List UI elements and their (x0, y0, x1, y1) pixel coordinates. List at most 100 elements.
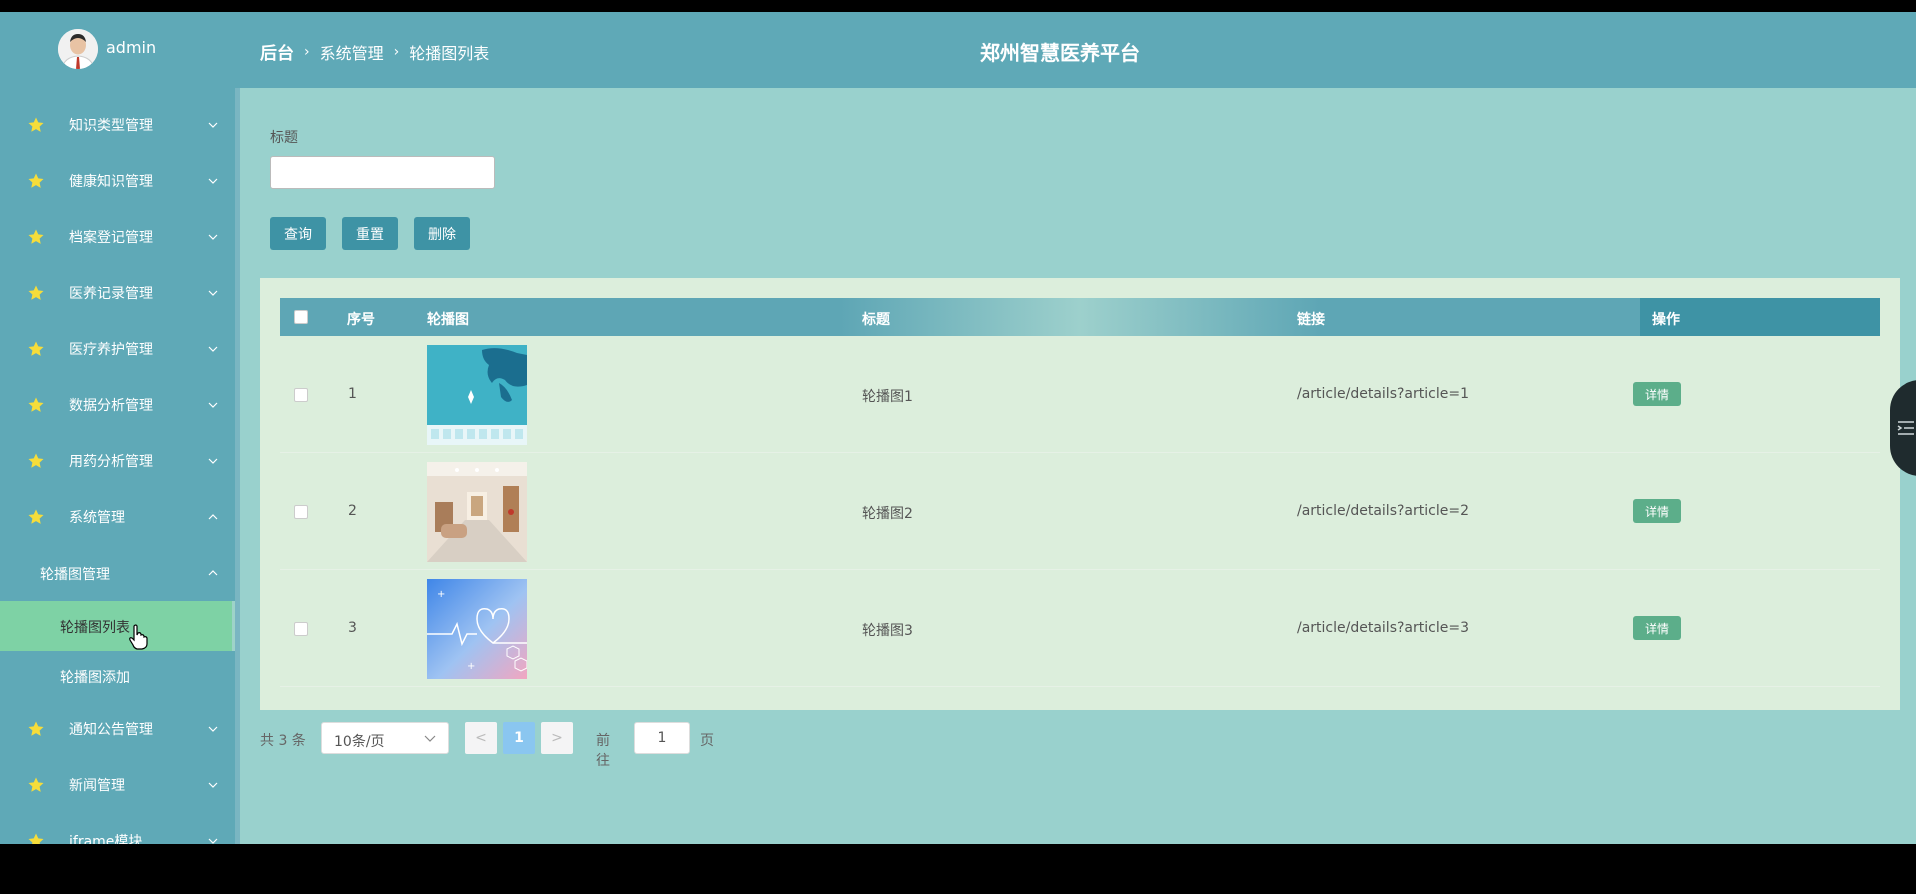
detail-button[interactable]: 详情 (1633, 382, 1681, 406)
sidebar-item-label: 系统管理 (69, 510, 125, 526)
goto-page-input[interactable]: 1 (634, 722, 690, 754)
sidebar-item-medical-care[interactable]: 医疗养护管理 (0, 321, 240, 377)
sidebar-item-label: 档案登记管理 (69, 230, 153, 246)
avatar[interactable] (58, 29, 98, 69)
chevron-down-icon (208, 402, 218, 408)
row-link: /article/details?article=3 (1297, 620, 1469, 636)
reset-button[interactable]: 重置 (342, 217, 398, 250)
page-suffix-label: 页 (700, 733, 714, 749)
row-title: 轮播图1 (862, 389, 913, 405)
star-icon (28, 229, 44, 244)
sidebar-item-label: 用药分析管理 (69, 454, 153, 470)
chevron-down-icon (208, 178, 218, 184)
sidebar-item-archive[interactable]: 档案登记管理 (0, 209, 240, 265)
table-panel: 序号 轮播图 标题 链接 操作 1 轮播图1 /article/details?… (260, 278, 1900, 710)
submenu-carousel-management[interactable]: 轮播图管理 (0, 545, 240, 601)
svg-text:+: + (467, 661, 475, 672)
hand-cursor-icon (129, 624, 148, 650)
sidebar-item-system[interactable]: 系统管理 (0, 489, 240, 545)
header-title: 标题 (862, 312, 890, 328)
star-icon (28, 117, 44, 132)
sidebar-item-care-records[interactable]: 医养记录管理 (0, 265, 240, 321)
sidebar-item-knowledge-type[interactable]: 知识类型管理 (0, 97, 240, 153)
row-checkbox[interactable] (294, 388, 308, 402)
star-icon (28, 721, 44, 736)
sidebar-subitem-carousel-list[interactable]: 轮播图列表 (0, 601, 240, 651)
sidebar-header: admin (0, 12, 240, 88)
sidebar-item-label: iframe模块 (69, 834, 143, 844)
sidebar-item-news[interactable]: 新闻管理 (0, 757, 240, 813)
main-content: 标题 查询 重置 删除 序号 轮播图 标题 链接 操作 1 轮播图1 /arti… (240, 88, 1916, 844)
breadcrumb: 后台 › 系统管理 › 轮播图列表 (260, 39, 490, 65)
username-label: admin (106, 38, 157, 57)
star-icon (28, 777, 44, 792)
top-bar: 后台 › 系统管理 › 轮播图列表 郑州智慧医养平台 (240, 12, 1916, 88)
prev-page-button[interactable]: < (465, 722, 497, 754)
table-header: 序号 轮播图 标题 链接 操作 (280, 298, 1880, 336)
sidebar-menu: 知识类型管理 健康知识管理 档案登记管理 医养记录管理 医疗养护管理 数据分析管… (0, 97, 240, 844)
sidebar: admin 知识类型管理 健康知识管理 档案登记管理 医养记录管理 医疗养护管理… (0, 12, 240, 844)
select-all-checkbox[interactable] (294, 310, 308, 324)
sidebar-item-medication-analysis[interactable]: 用药分析管理 (0, 433, 240, 489)
subitem-label: 轮播图列表 (60, 620, 130, 636)
chevron-down-icon (208, 234, 218, 240)
sidebar-item-data-analysis[interactable]: 数据分析管理 (0, 377, 240, 433)
chevron-down-icon (424, 735, 436, 742)
chevron-down-icon (208, 458, 218, 464)
svg-text:+: + (437, 589, 445, 600)
star-icon (28, 453, 44, 468)
chevron-down-icon (208, 838, 218, 844)
row-link: /article/details?article=1 (1297, 386, 1469, 402)
site-title: 郑州智慧医养平台 (980, 41, 1140, 65)
breadcrumb-system[interactable]: 系统管理 (320, 40, 384, 64)
star-icon (28, 833, 44, 844)
sidebar-item-label: 知识类型管理 (69, 118, 153, 134)
detail-button[interactable]: 详情 (1633, 616, 1681, 640)
sidebar-item-health-knowledge[interactable]: 健康知识管理 (0, 153, 240, 209)
query-button[interactable]: 查询 (270, 217, 326, 250)
sidebar-item-label: 健康知识管理 (69, 174, 153, 190)
chevron-up-icon (208, 514, 218, 520)
star-icon (28, 285, 44, 300)
breadcrumb-current: 轮播图列表 (409, 43, 490, 63)
detail-button[interactable]: 详情 (1633, 499, 1681, 523)
chevron-down-icon (208, 290, 218, 296)
title-filter-label: 标题 (270, 130, 298, 146)
table-row: 1 轮播图1 /article/details?article=1 详情 (280, 336, 1880, 453)
star-icon (28, 173, 44, 188)
chevron-up-icon (208, 570, 218, 576)
chevron-down-icon (208, 122, 218, 128)
sidebar-subitem-carousel-add[interactable]: 轮播图添加 (0, 651, 240, 701)
page-size-value: 10条/页 (334, 734, 385, 750)
row-title: 轮播图3 (862, 623, 913, 639)
chevron-right-icon: › (304, 43, 310, 60)
star-icon (28, 509, 44, 524)
pagination-total: 共 3 条 (260, 733, 306, 749)
title-search-input[interactable] (270, 156, 495, 189)
next-page-button[interactable]: > (541, 722, 573, 754)
header-image: 轮播图 (427, 312, 469, 328)
sidebar-item-label: 通知公告管理 (69, 722, 153, 738)
page-size-select[interactable]: 10条/页 (321, 722, 449, 754)
floating-toolbar-toggle[interactable] (1890, 380, 1916, 476)
submenu-title-label: 轮播图管理 (40, 567, 110, 583)
subitem-label: 轮播图添加 (60, 670, 130, 686)
carousel-thumbnail (427, 345, 527, 445)
row-checkbox[interactable] (294, 505, 308, 519)
row-checkbox[interactable] (294, 622, 308, 636)
header-link: 链接 (1297, 312, 1325, 328)
sidebar-item-label: 医养记录管理 (69, 286, 153, 302)
sidebar-item-notices[interactable]: 通知公告管理 (0, 701, 240, 757)
breadcrumb-home[interactable]: 后台 (260, 39, 294, 64)
delete-button[interactable]: 删除 (414, 217, 470, 250)
sidebar-item-iframe[interactable]: iframe模块 (0, 813, 240, 844)
table-row: 2 轮播图2 /article/details?article=2 详情 (280, 453, 1880, 570)
app-window: admin 知识类型管理 健康知识管理 档案登记管理 医养记录管理 医疗养护管理… (0, 12, 1916, 844)
carousel-thumbnail: + + (427, 579, 527, 679)
page-number-current[interactable]: 1 (503, 722, 535, 754)
row-index: 3 (348, 620, 357, 636)
star-icon (28, 341, 44, 356)
sidebar-item-label: 新闻管理 (69, 778, 125, 794)
star-icon (28, 397, 44, 412)
row-title: 轮播图2 (862, 506, 913, 522)
